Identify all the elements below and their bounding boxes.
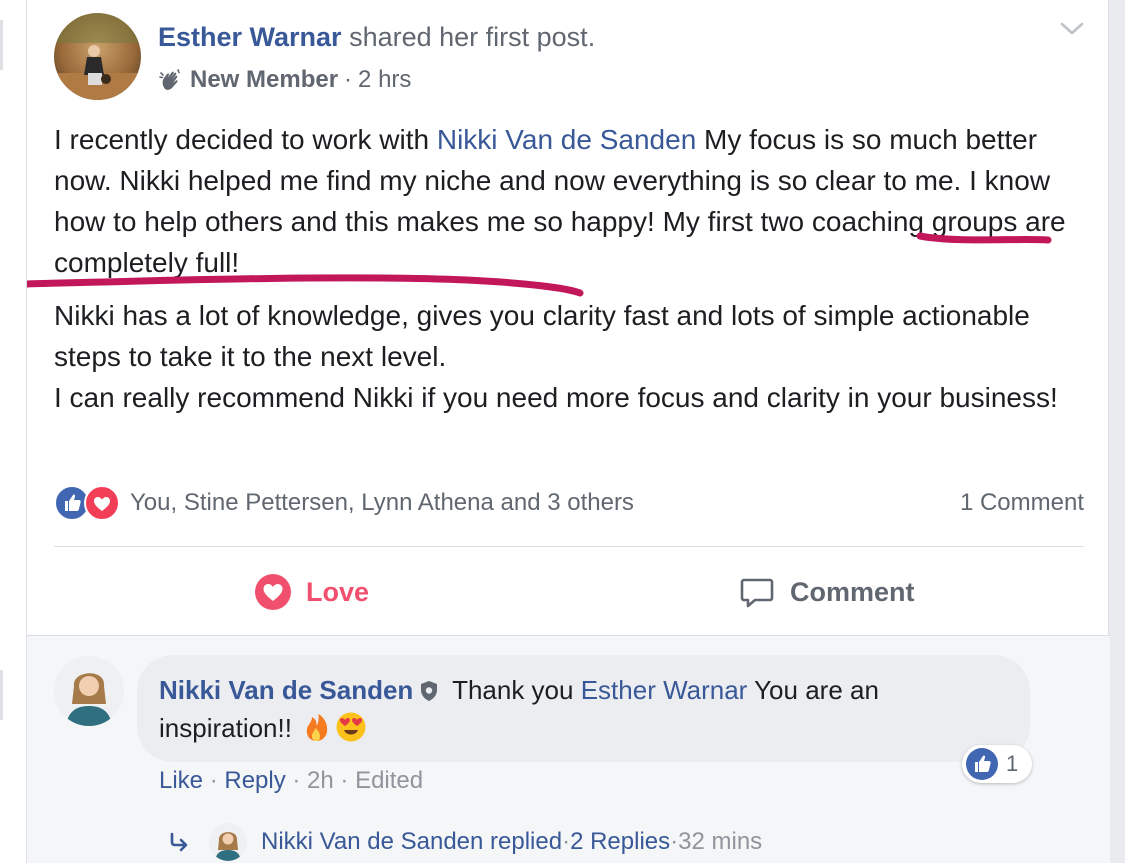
meta-separator: · xyxy=(333,767,356,794)
commenter-name-link[interactable]: Nikki Van de Sanden xyxy=(159,675,413,705)
comment-bubble: Nikki Van de Sanden Thank you Esther War… xyxy=(137,655,1030,762)
meta-separator: · xyxy=(562,828,571,855)
author-avatar[interactable] xyxy=(54,13,141,100)
waving-hand-icon xyxy=(158,67,184,93)
left-page-edge xyxy=(0,0,26,863)
comment-timestamp[interactable]: 2h xyxy=(307,767,334,794)
post-action-bar: Love Comment xyxy=(54,548,1084,636)
divider xyxy=(54,546,1084,547)
post-paragraph-3: I can really recommend Nikki if you need… xyxy=(54,382,1058,413)
post-paragraph-1: I recently decided to work with Nikki Va… xyxy=(54,119,1094,283)
post-text: I recently decided to work with Nikki Va… xyxy=(54,119,1094,418)
meta-separator: · xyxy=(285,767,308,794)
new-member-badge[interactable]: New Member xyxy=(190,64,338,96)
right-page-edge xyxy=(1109,0,1125,863)
author-name-link[interactable]: Esther Warnar xyxy=(158,22,342,52)
comment-like-link[interactable]: Like xyxy=(159,767,203,794)
replies-row[interactable]: Nikki Van de Sanden replied · 2 Replies … xyxy=(167,820,762,863)
like-reaction-icon xyxy=(966,748,998,780)
comment-icon xyxy=(738,573,776,611)
post-timestamp[interactable]: 2 hrs xyxy=(358,64,411,96)
left-edge-tab xyxy=(0,670,3,720)
replies-count-link[interactable]: 2 Replies xyxy=(570,828,670,856)
comment-like-count-badge[interactable]: 1 xyxy=(962,745,1032,783)
comment-reply-link[interactable]: Reply xyxy=(224,767,285,794)
love-button[interactable]: Love xyxy=(254,548,369,636)
post-card: Esther Warnar shared her first post. New… xyxy=(26,0,1110,863)
commenter-avatar[interactable] xyxy=(54,656,124,726)
reply-arrow-icon xyxy=(167,830,191,854)
post-header-line: Esther Warnar shared her first post. xyxy=(158,20,595,54)
comment-like-count: 1 xyxy=(1006,751,1019,776)
meta-separator: · xyxy=(670,828,679,855)
reactions-summary: You, Stine Pettersen, Lynn Athena and 3 … xyxy=(54,483,1084,523)
replies-timestamp: 32 mins xyxy=(678,828,763,855)
fire-emoji-icon xyxy=(301,711,333,743)
comment-edited-label[interactable]: Edited xyxy=(355,767,423,794)
chevron-down-icon[interactable] xyxy=(1058,18,1086,40)
admin-badge-icon xyxy=(417,675,441,701)
heart-eyes-emoji-icon xyxy=(335,711,367,743)
meta-separator: · xyxy=(344,66,353,93)
left-edge-tab xyxy=(0,20,3,70)
comment-meta-line: Like · Reply · 2h · Edited xyxy=(159,764,423,798)
post-text-segment: I recently decided to work with xyxy=(54,124,437,155)
comment-button[interactable]: Comment xyxy=(738,548,915,636)
mention-link[interactable]: Nikki Van de Sanden xyxy=(437,124,696,155)
reaction-icons[interactable] xyxy=(54,484,126,522)
replier-avatar xyxy=(209,823,247,861)
love-button-label: Love xyxy=(306,576,370,607)
reaction-names-link[interactable]: You, Stine Pettersen, Lynn Athena and 3 … xyxy=(130,489,634,517)
meta-separator: · xyxy=(203,767,225,794)
love-icon xyxy=(254,573,292,611)
replies-summary-link[interactable]: Nikki Van de Sanden replied xyxy=(261,828,562,856)
comment-count-link[interactable]: 1 Comment xyxy=(960,489,1084,517)
comment-mention-link[interactable]: Esther Warnar xyxy=(581,675,748,705)
post-paragraph-2: Nikki has a lot of knowledge, gives you … xyxy=(54,300,1030,372)
post-meta-line: New Member · 2 hrs xyxy=(158,64,411,96)
love-reaction-icon xyxy=(84,485,120,521)
comment-button-label: Comment xyxy=(790,576,915,607)
comment-text-segment: Thank you xyxy=(445,675,581,705)
post-action-text: shared her first post. xyxy=(349,22,596,52)
